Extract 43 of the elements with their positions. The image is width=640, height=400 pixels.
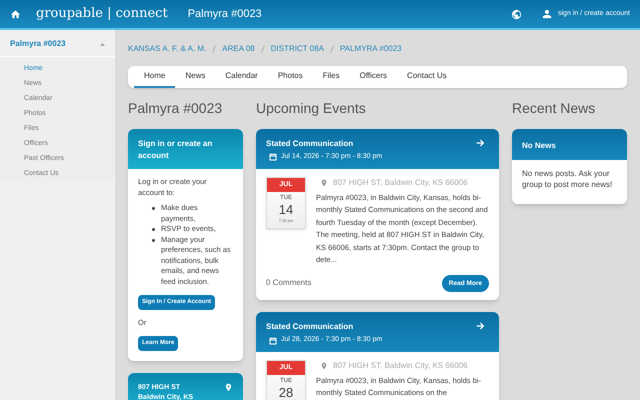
section-title: Recent News bbox=[512, 99, 596, 118]
event-title[interactable]: Stated Communication bbox=[266, 321, 382, 334]
map-pin-icon bbox=[320, 178, 328, 186]
tab[interactable]: Photos bbox=[268, 66, 313, 88]
arrow-right-icon[interactable] bbox=[475, 138, 485, 148]
breadcrumb-link[interactable]: DISTRICT 08A bbox=[270, 43, 324, 55]
tab[interactable]: Contact Us bbox=[397, 66, 457, 88]
logo[interactable]: groupable | connect bbox=[36, 4, 168, 24]
tab[interactable]: News bbox=[175, 66, 216, 88]
calendar-icon bbox=[269, 336, 277, 344]
tab[interactable]: Files bbox=[312, 66, 350, 88]
bullet-icon bbox=[152, 207, 155, 210]
breadcrumb-link[interactable]: PALMYRA #0023 bbox=[340, 43, 402, 55]
breadcrumb-link[interactable]: AREA 08 bbox=[222, 43, 255, 55]
map-pin-icon bbox=[224, 382, 233, 392]
bullet-icon bbox=[152, 228, 155, 231]
page-title: Palmyra #0023 bbox=[128, 99, 224, 118]
home-icon[interactable] bbox=[10, 8, 21, 20]
comments-count[interactable]: 0 Comments bbox=[266, 277, 312, 290]
globe-icon[interactable] bbox=[511, 8, 522, 20]
group-name[interactable]: Palmyra #0023 bbox=[188, 6, 262, 22]
slash-separator-icon bbox=[212, 45, 216, 53]
tab[interactable]: Officers bbox=[350, 66, 398, 88]
event-location: 807 HIGH ST, Baldwin City, KS 66006 bbox=[333, 176, 468, 188]
tab[interactable]: Home bbox=[134, 66, 176, 88]
arrow-right-icon[interactable] bbox=[475, 321, 485, 332]
section-title: Upcoming Events bbox=[256, 99, 367, 118]
signin-card-header: Sign in or create an account bbox=[128, 129, 243, 169]
date-badge-day: 14 bbox=[278, 203, 294, 217]
sidebar-title[interactable]: Palmyra #0023 bbox=[10, 38, 66, 50]
slash-separator-icon bbox=[330, 45, 334, 53]
news-card-header: No News bbox=[512, 129, 627, 160]
date-badge-day: 28 bbox=[278, 386, 294, 400]
bullet-icon bbox=[152, 238, 155, 242]
map-pin-icon bbox=[320, 362, 328, 370]
breadcrumb-link[interactable]: KANSAS A. F. & A. M. bbox=[128, 43, 206, 55]
event-location: 807 HIGH ST, Baldwin City, KS 66006 bbox=[333, 360, 468, 372]
event-title[interactable]: Stated Communication bbox=[266, 138, 382, 150]
user-icon[interactable] bbox=[542, 9, 552, 19]
news-card-text: No news posts. Ask your group to post more news! bbox=[521, 168, 614, 191]
slash-separator-icon bbox=[260, 45, 265, 53]
calendar-icon bbox=[269, 153, 277, 162]
tab[interactable]: Calendar bbox=[215, 66, 268, 88]
